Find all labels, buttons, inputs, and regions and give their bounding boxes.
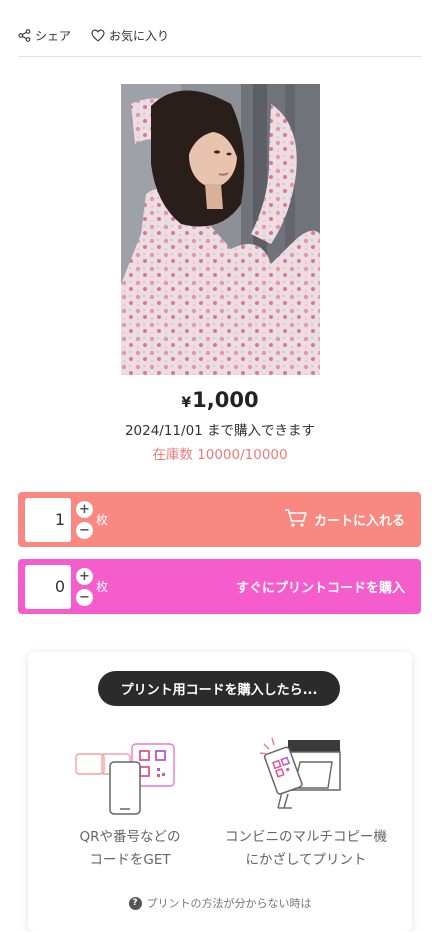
- qr-code-phone-illustration: [72, 740, 182, 824]
- add-to-cart-label: カートに入れる: [313, 514, 405, 529]
- print-quantity-input[interactable]: 0: [25, 564, 71, 609]
- question-icon: ?: [128, 896, 142, 910]
- purchase-deadline: 2024/11/01 まで購入できます: [124, 423, 316, 439]
- buy-print-code-button[interactable]: すぐにプリントコードを購入: [236, 577, 405, 596]
- product-photo[interactable]: [121, 84, 320, 375]
- print-unit-label: 枚: [96, 580, 109, 594]
- stock-count: 在庫数 10000/10000: [152, 447, 288, 463]
- help-text: プリントの方法が分からない時は: [146, 897, 312, 910]
- price-currency: ¥: [181, 395, 192, 411]
- favorite-label: お気に入り: [109, 28, 170, 43]
- product-price: ¥1,000: [0, 388, 440, 412]
- favorite-button[interactable]: お気に入り: [91, 27, 169, 44]
- cart-decrement-button[interactable]: −: [76, 521, 93, 539]
- print-increment-button[interactable]: +: [76, 567, 93, 585]
- step1-line1: QRや番号などの: [79, 829, 181, 845]
- print-decrement-button[interactable]: −: [76, 588, 93, 606]
- cart-action-bar: 1 + − 枚 カートに入れる: [18, 492, 421, 547]
- cart-increment-button[interactable]: +: [76, 500, 93, 518]
- cart-quantity-stepper: + −: [76, 500, 93, 539]
- step2-line2: にかざしてプリント: [245, 852, 367, 868]
- top-actions: シェア お気に入り: [18, 24, 169, 46]
- guide-heading: プリント用コードを購入したら...: [98, 671, 340, 706]
- print-help-link[interactable]: ? プリントの方法が分からない時は: [28, 895, 412, 911]
- add-to-cart-button[interactable]: カートに入れる: [284, 508, 405, 532]
- share-label: シェア: [35, 28, 72, 43]
- photo-portrait-illustration: [121, 84, 320, 375]
- cart-icon: [284, 508, 308, 532]
- print-guide-card: プリント用コードを購入したら... QRや番号などの コードをGET コンビニの…: [28, 652, 412, 932]
- price-value: 1,000: [192, 388, 259, 412]
- step1-text: QRや番号などの コードをGET: [45, 826, 215, 872]
- copier-machine-illustration: [258, 734, 354, 818]
- share-icon: [18, 28, 31, 42]
- cart-quantity-input[interactable]: 1: [25, 497, 71, 542]
- buy-print-code-label: すぐにプリントコードを購入: [235, 581, 405, 596]
- cart-unit-label: 枚: [96, 513, 109, 527]
- header-divider: [18, 56, 422, 57]
- step2-line1: コンビニのマルチコピー機: [225, 829, 387, 845]
- share-button[interactable]: シェア: [18, 27, 71, 44]
- step1-line2: コードをGET: [89, 852, 171, 868]
- print-action-bar: 0 + − 枚 すぐにプリントコードを購入: [18, 559, 421, 614]
- heart-icon: [91, 29, 105, 42]
- print-quantity-stepper: + −: [76, 567, 93, 606]
- step2-text: コンビニのマルチコピー機 にかざしてプリント: [221, 826, 391, 872]
